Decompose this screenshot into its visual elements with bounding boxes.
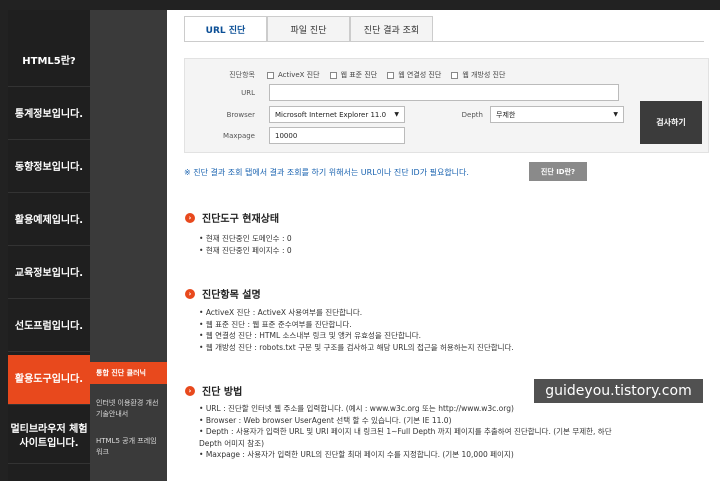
- list-item: 현재 진단중인 페이지수 : 0: [199, 245, 292, 257]
- sub-menu: 통합 진단 클러닉 인터넷 이용환경 개선 기술안내서 HTML5 공개 프레임…: [90, 10, 167, 481]
- menu-item-stats[interactable]: 통계정보입니다.: [8, 90, 90, 140]
- list-item: 웹 표준 진단 : 웹 표준 준수여부를 진단합니다.: [199, 319, 514, 331]
- list-item: 웹 개방성 진단 : robots.txt 구문 및 구조를 검사하고 해당 U…: [199, 342, 514, 354]
- check-activex[interactable]: ActiveX 진단: [267, 70, 320, 80]
- maxpage-label: Maxpage: [223, 132, 255, 140]
- browser-label: Browser: [226, 111, 255, 119]
- list-item: 현재 진단중인 도메인수 : 0: [199, 233, 292, 245]
- check-label: 웹 연결성 진단: [398, 71, 442, 79]
- left-menu: HTML5란? 통계정보입니다. 동향정보입니다. 활용예제입니다. 교육정보입…: [8, 10, 90, 481]
- what-is-id-button[interactable]: 진단 ID란?: [529, 162, 587, 181]
- tab-results[interactable]: 진단 결과 조회: [350, 16, 433, 41]
- checkbox-icon[interactable]: [267, 71, 274, 79]
- list-item: Browser : Web browser UserAgent 선택 할 수 있…: [199, 415, 612, 427]
- items-label: 진단항목: [229, 71, 255, 79]
- list-item: ActiveX 진단 : ActiveX 사용여부를 진단합니다.: [199, 307, 514, 319]
- method-list: URL : 진단할 인터넷 웹 주소를 입력합니다. (예시 : www.w3c…: [199, 403, 612, 461]
- submenu-item-framework[interactable]: HTML5 공개 프레임워크: [90, 430, 167, 464]
- menu-item-education[interactable]: 교육정보입니다.: [8, 249, 90, 299]
- section-title-text: 진단 방법: [202, 387, 243, 398]
- check-label: ActiveX 진단: [278, 71, 320, 79]
- items-desc-list: ActiveX 진단 : ActiveX 사용여부를 진단합니다. 웹 표준 진…: [199, 307, 514, 353]
- chevron-down-icon: ▼: [394, 111, 399, 118]
- check-label: 웹 개방성 진단: [462, 71, 506, 79]
- section-title-status: › 진단도구 현재상태: [185, 210, 279, 225]
- menu-item-forum[interactable]: 선도프럼입니다.: [8, 302, 90, 352]
- browser-value: Microsoft Internet Explorer 11.0: [275, 110, 387, 119]
- menu-item-trends[interactable]: 동향정보입니다.: [8, 143, 90, 193]
- menu-item-tools[interactable]: 활용도구입니다.: [8, 355, 90, 405]
- tab-url[interactable]: URL 진단: [184, 16, 267, 41]
- diagnosis-form: 진단항목 ActiveX 진단 웹 표준 진단 웹 연결성 진단 웹 개방성 진…: [184, 58, 709, 153]
- notice-text: ※ 진단 결과 조회 탭에서 결과 조회를 하기 위해서는 URL이나 진단 I…: [184, 168, 469, 177]
- section-title-text: 진단항목 설명: [202, 290, 261, 301]
- url-label: URL: [241, 89, 255, 97]
- section-title-method: › 진단 방법: [185, 383, 242, 398]
- maxpage-input[interactable]: 10000: [269, 127, 405, 144]
- chevron-right-icon: ›: [185, 385, 195, 396]
- list-item: Maxpage : 사용자가 입력한 URL의 진단할 최대 페이지 수를 지정…: [199, 449, 612, 461]
- browser-select[interactable]: Microsoft Internet Explorer 11.0 ▼: [269, 106, 405, 123]
- status-list: 현재 진단중인 도메인수 : 0 현재 진단중인 페이지수 : 0: [199, 233, 292, 256]
- list-item: Depth 어미지 참조): [199, 438, 265, 448]
- screen: HTML5란? 통계정보입니다. 동향정보입니다. 활용예제입니다. 교육정보입…: [0, 0, 720, 481]
- checkbox-icon[interactable]: [329, 71, 337, 79]
- tab-divider: [184, 41, 704, 42]
- url-input[interactable]: [269, 84, 619, 101]
- section-title-items: › 진단항목 설명: [185, 286, 261, 301]
- main-content: URL 진단 파일 진단 진단 결과 조회 진단항목 ActiveX 진단 웹 …: [167, 10, 720, 481]
- list-item: Depth : 사용자가 입력한 URL 및 URI 페이지 내 링크된 1~F…: [199, 426, 612, 438]
- depth-value: 무제한: [496, 110, 516, 119]
- depth-select[interactable]: 무제한 ▼: [490, 106, 624, 123]
- list-item: 웹 연결성 진단 : HTML 소스내부 링크 및 앵커 유효성을 진단합니다.: [199, 330, 514, 342]
- tab-file[interactable]: 파일 진단: [267, 16, 350, 41]
- check-button[interactable]: 검사하기: [640, 101, 702, 144]
- check-connectivity[interactable]: 웹 연결성 진단: [387, 70, 441, 80]
- check-openness[interactable]: 웹 개방성 진단: [451, 70, 505, 80]
- check-group: ActiveX 진단 웹 표준 진단 웹 연결성 진단 웹 개방성 진단: [267, 70, 515, 80]
- check-standard[interactable]: 웹 표준 진단: [329, 70, 378, 80]
- chevron-right-icon: ›: [185, 288, 195, 299]
- list-item: URL : 진단할 인터넷 웹 주소를 입력합니다. (예시 : www.w3c…: [199, 403, 612, 415]
- menu-item-multibrowser[interactable]: 멀티브라우저 체험 사이트입니다.: [8, 410, 90, 464]
- check-label: 웹 표준 진단: [340, 71, 378, 79]
- menu-item-html5[interactable]: HTML5란?: [8, 37, 90, 87]
- submenu-item-guide[interactable]: 인터넷 이용환경 개선 기술안내서: [90, 392, 167, 426]
- tab-bar: URL 진단 파일 진단 진단 결과 조회: [184, 16, 433, 41]
- section-title-text: 진단도구 현재상태: [202, 214, 280, 225]
- depth-label: Depth: [461, 111, 483, 119]
- submenu-item-clinic[interactable]: 통합 진단 클러닉: [90, 362, 167, 384]
- watermark: guideyou.tistory.com: [534, 379, 703, 403]
- chevron-right-icon: ›: [185, 212, 195, 223]
- menu-item-examples[interactable]: 활용예제입니다.: [8, 196, 90, 246]
- checkbox-icon[interactable]: [387, 71, 395, 79]
- checkbox-icon[interactable]: [451, 71, 459, 79]
- chevron-down-icon: ▼: [613, 111, 618, 118]
